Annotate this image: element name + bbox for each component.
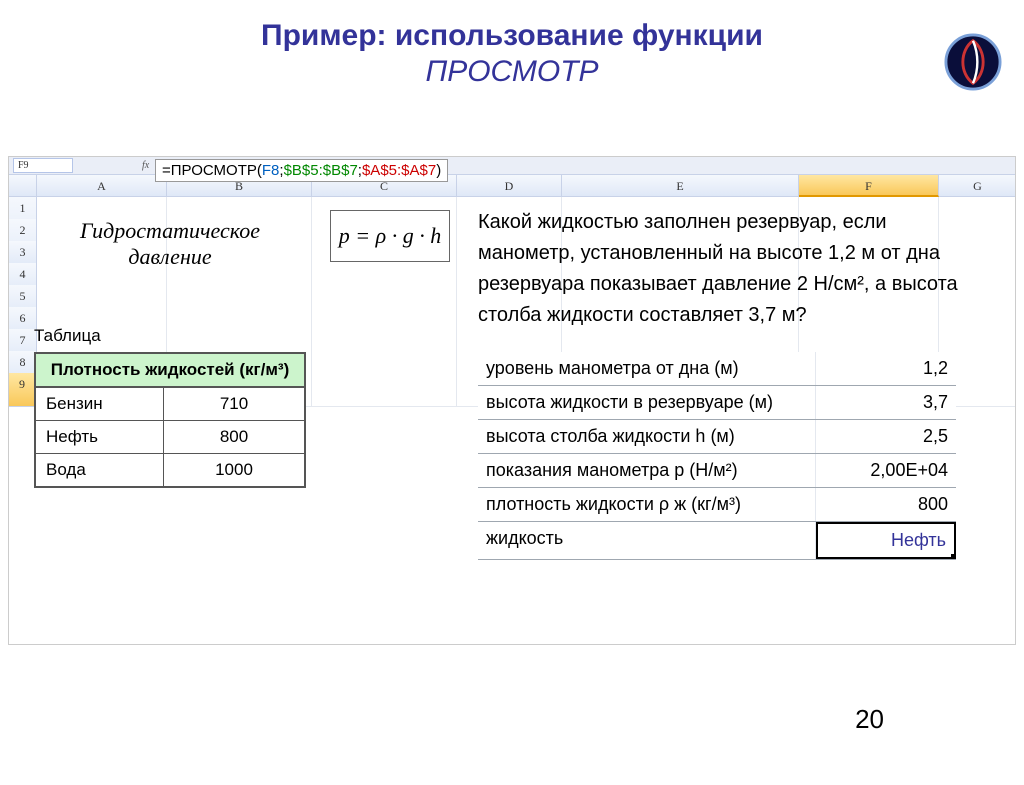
col-header[interactable]: F — [799, 175, 939, 197]
param-label: уровень манометра от дна (м) — [478, 352, 816, 385]
param-row: высота жидкости в резервуаре (м) 3,7 — [478, 386, 956, 420]
param-table: уровень манометра от дна (м) 1,2 высота … — [478, 352, 956, 560]
param-label: плотность жидкости ρ ж (кг/м³) — [478, 488, 816, 521]
liquid-name: Вода — [36, 454, 164, 486]
slide-title-line1: Пример: использование функции — [0, 18, 1024, 54]
param-label: жидкость — [478, 522, 816, 559]
page-number: 20 — [855, 704, 884, 735]
slide-title-line2: ПРОСМОТР — [0, 54, 1024, 90]
param-value[interactable]: 1,2 — [816, 352, 956, 385]
density-table: Плотность жидкостей (кг/м³) Бензин 710 Н… — [34, 352, 306, 488]
slide-title: Пример: использование функции ПРОСМОТР — [0, 18, 1024, 90]
grid-corner[interactable] — [9, 175, 37, 197]
cell[interactable] — [312, 373, 457, 407]
param-row: жидкость Нефть — [478, 522, 956, 560]
selected-cell[interactable]: Нефть — [816, 522, 956, 559]
param-value[interactable]: 3,7 — [816, 386, 956, 419]
formula-part: $A$5:$A$7 — [362, 162, 436, 179]
liquid-density: 710 — [164, 388, 304, 420]
param-row: высота столба жидкости h (м) 2,5 — [478, 420, 956, 454]
row-header[interactable]: 9 — [9, 373, 37, 407]
param-row: плотность жидкости ρ ж (кг/м³) 800 — [478, 488, 956, 522]
formula-part: $B$5:$B$7 — [284, 162, 358, 179]
param-label: показания манометра p (Н/м²) — [478, 454, 816, 487]
density-table-header: Плотность жидкостей (кг/м³) — [36, 354, 304, 388]
fx-icon[interactable]: fx — [142, 159, 149, 173]
formula-part: =ПРОСМОТР( — [162, 162, 262, 179]
col-header[interactable]: A — [37, 175, 167, 197]
col-header[interactable]: E — [562, 175, 799, 197]
param-value[interactable]: 800 — [816, 488, 956, 521]
param-value[interactable]: 2,00E+04 — [816, 454, 956, 487]
table-label: Таблица — [34, 326, 101, 346]
liquid-density: 1000 — [164, 454, 304, 486]
liquid-density: 800 — [164, 421, 304, 453]
density-table-row: Бензин 710 — [36, 388, 304, 421]
formula-annotation: =ПРОСМОТР(F8;$B$5:$B$7;$A$5:$A$7) — [155, 159, 448, 182]
param-label: высота жидкости в резервуаре (м) — [478, 386, 816, 419]
topic-title: Гидростатическое давление — [42, 218, 298, 270]
param-label: высота столба жидкости h (м) — [478, 420, 816, 453]
param-row: показания манометра p (Н/м²) 2,00E+04 — [478, 454, 956, 488]
logo — [944, 33, 1002, 91]
liquid-name: Бензин — [36, 388, 164, 420]
density-table-row: Вода 1000 — [36, 454, 304, 486]
name-box[interactable]: F9 — [13, 158, 73, 173]
formula-part: ) — [436, 162, 441, 179]
formula-part: F8 — [262, 162, 280, 179]
col-header[interactable]: G — [939, 175, 1016, 197]
problem-text: Какой жидкостью заполнен резервуар, если… — [478, 207, 988, 331]
col-header[interactable]: D — [457, 175, 562, 197]
density-table-row: Нефть 800 — [36, 421, 304, 454]
param-row: уровень манометра от дна (м) 1,2 — [478, 352, 956, 386]
formula-display: p = ρ · g · h — [330, 210, 450, 262]
liquid-name: Нефть — [36, 421, 164, 453]
param-value[interactable]: 2,5 — [816, 420, 956, 453]
